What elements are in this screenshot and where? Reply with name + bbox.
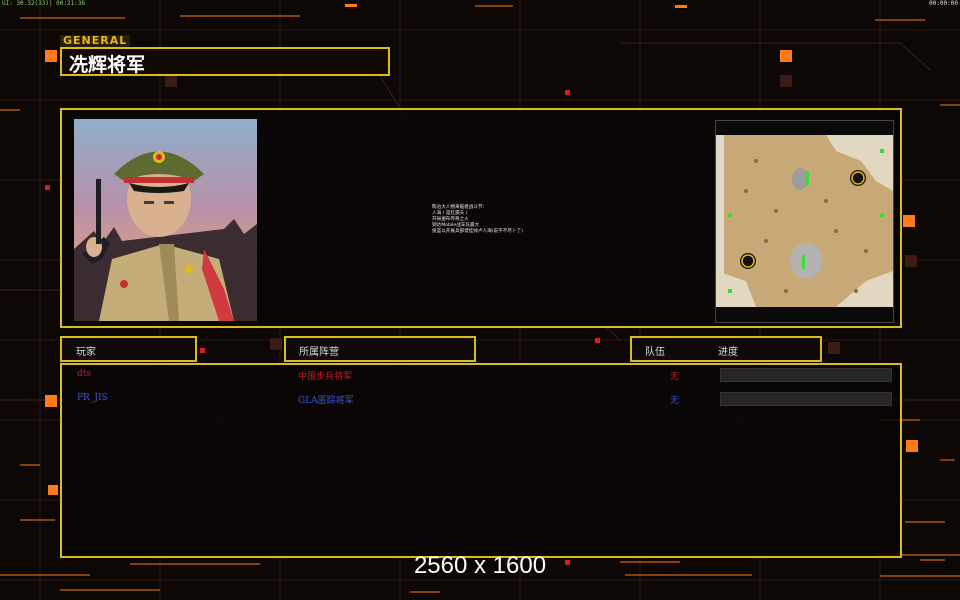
general-info-panel: 陶冶大人物来临者战斗节: 人海 ( 是红震天 ) 开局遍布传奇之火 到达Mobi… <box>60 108 902 328</box>
description-line: 投篮以开展兵部谱挂帅卢人海(说不不尽卜了) <box>432 229 523 234</box>
header-faction: 所属阵营 <box>284 336 476 362</box>
player-team: 无 <box>670 396 680 406</box>
general-name: 冼辉将军 <box>69 54 146 76</box>
general-tag: GENERAL <box>60 35 131 47</box>
player-faction: 中国步兵将军 <box>298 372 353 382</box>
header-progress-label: 进度 <box>718 347 738 358</box>
general-portrait <box>74 119 257 321</box>
general-title-box: 冼辉将军 <box>60 47 390 76</box>
hud-clock: 00:00:00 <box>929 0 958 7</box>
header-team-progress: 队伍 进度 <box>630 336 822 362</box>
header-faction-label: 所属阵营 <box>299 347 339 358</box>
player-list: dts 中国步兵将军 无 PR_JIS GLA匿踪将军 无 <box>60 363 902 558</box>
general-description: 陶冶大人物来临者战斗节: 人海 ( 是红震天 ) 开局遍布传奇之火 到达Mobi… <box>432 205 523 235</box>
player-row: dts 中国步兵将军 无 <box>62 367 900 383</box>
player-name: dts <box>77 369 91 379</box>
player-name: PR_JIS <box>77 393 108 403</box>
map-preview <box>715 120 894 323</box>
player-row: PR_JIS GLA匿踪将军 无 <box>62 391 900 407</box>
header-player-label: 玩家 <box>76 347 96 358</box>
player-faction: GLA匿踪将军 <box>298 396 354 406</box>
player-progress-bar <box>720 392 892 406</box>
player-team: 无 <box>670 372 680 382</box>
resolution-label: 2560 x 1600 <box>413 552 547 579</box>
player-progress-bar <box>720 368 892 382</box>
header-player: 玩家 <box>60 336 197 362</box>
header-team-label: 队伍 <box>645 347 665 358</box>
hud-status-left: UI: 30.32(33)| 00:21:36 <box>2 0 86 7</box>
